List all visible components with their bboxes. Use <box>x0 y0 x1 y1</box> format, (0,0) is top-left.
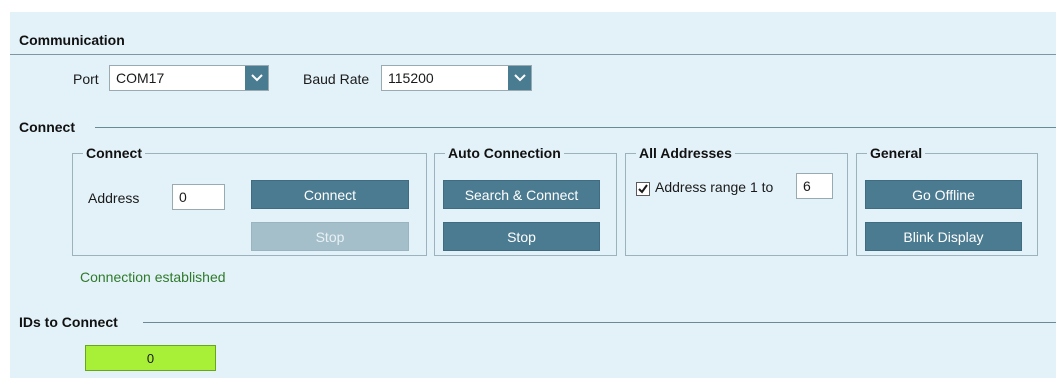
all-addresses-group: All Addresses Address range 1 to 6 <box>625 145 848 256</box>
auto-stop-button[interactable]: Stop <box>443 222 600 251</box>
id-value-box[interactable]: 0 <box>85 345 216 371</box>
stop-button[interactable]: Stop <box>251 222 409 251</box>
chevron-down-icon[interactable] <box>245 66 268 90</box>
general-group-title: General <box>867 145 926 161</box>
ids-divider <box>143 322 1056 323</box>
auto-connection-title: Auto Connection <box>445 145 564 161</box>
go-offline-button[interactable]: Go Offline <box>865 180 1022 209</box>
address-range-label: Address range 1 to <box>655 179 774 195</box>
baud-rate-label: Baud Rate <box>303 71 370 87</box>
connect-section-title: Connect <box>19 119 75 135</box>
baud-rate-select[interactable]: 115200 <box>381 65 532 91</box>
auto-connection-group: Auto Connection Search & Connect Stop <box>434 145 617 256</box>
connect-button[interactable]: Connect <box>251 180 409 209</box>
port-value: COM17 <box>116 70 165 86</box>
port-select[interactable]: COM17 <box>109 65 269 91</box>
ids-section-title: IDs to Connect <box>19 314 118 330</box>
connect-group-title: Connect <box>83 145 145 161</box>
blink-display-button[interactable]: Blink Display <box>865 222 1022 251</box>
connection-status: Connection established <box>80 269 226 285</box>
address-label: Address <box>88 190 140 206</box>
address-input[interactable]: 0 <box>172 184 225 210</box>
address-range-checkbox[interactable] <box>636 182 650 196</box>
chevron-down-icon[interactable] <box>508 66 531 90</box>
address-range-input[interactable]: 6 <box>796 173 833 199</box>
search-connect-button[interactable]: Search & Connect <box>443 180 600 209</box>
port-label: Port <box>73 71 99 87</box>
settings-panel: Communication Port COM17 Baud Rate 11520… <box>10 12 1056 378</box>
communication-divider <box>10 54 1056 55</box>
connect-divider <box>95 127 1056 128</box>
all-addresses-title: All Addresses <box>636 145 735 161</box>
connect-group: Connect Address 0 Connect Stop <box>72 145 427 256</box>
communication-title: Communication <box>19 32 125 48</box>
general-group: General Go Offline Blink Display <box>856 145 1038 256</box>
baud-rate-value: 115200 <box>388 70 434 86</box>
